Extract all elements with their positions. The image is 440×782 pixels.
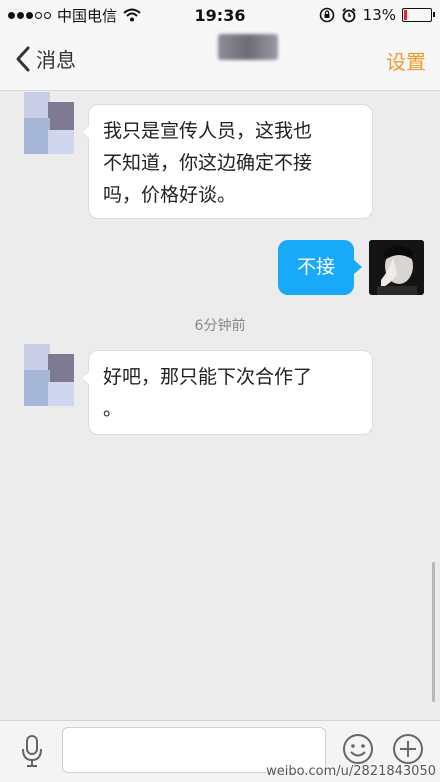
- contact-avatar[interactable]: [24, 92, 74, 154]
- wifi-icon: [123, 8, 141, 22]
- alarm-icon: [342, 7, 356, 23]
- plus-icon[interactable]: [392, 733, 424, 765]
- rotation-lock-icon: [319, 7, 334, 23]
- outgoing-message-bubble[interactable]: 不接: [278, 240, 362, 295]
- battery-percent: 13%: [362, 6, 396, 24]
- microphone-icon[interactable]: [18, 733, 46, 769]
- signal-icon: [8, 11, 51, 19]
- message-text-line: 吗，价格好谈。: [103, 184, 237, 206]
- nav-bar: 消息 设置: [0, 30, 440, 91]
- message-text-line: 。: [103, 398, 123, 420]
- carrier-label: 中国电信: [57, 6, 118, 25]
- chevron-left-icon: [16, 46, 30, 71]
- incoming-message-bubble[interactable]: 我只是宣传人员，这我也 不知道，你这边确定不接 吗，价格好谈。: [81, 104, 373, 219]
- emoji-icon[interactable]: [342, 733, 374, 765]
- battery-icon: [402, 8, 435, 22]
- back-button[interactable]: 消息: [14, 44, 76, 73]
- back-label: 消息: [36, 48, 76, 72]
- incoming-message-bubble[interactable]: 好吧，那只能下次合作了 。: [81, 350, 373, 435]
- settings-button[interactable]: 设置: [386, 46, 426, 75]
- scrollbar[interactable]: [432, 562, 435, 702]
- contact-name-blurred: [218, 34, 278, 60]
- contact-avatar[interactable]: [24, 344, 74, 406]
- message-text-line: 我只是宣传人员，这我也: [103, 120, 313, 142]
- message-text-line: 不知道，你这边确定不接: [103, 152, 313, 174]
- message-timestamp: 6分钟前: [194, 318, 246, 334]
- message-text-line: 好吧，那只能下次合作了: [103, 366, 313, 388]
- status-bar: 中国电信 19:36 13%: [0, 0, 440, 30]
- user-avatar[interactable]: [369, 240, 424, 295]
- watermark: weibo.com/u/2821843050: [266, 764, 436, 779]
